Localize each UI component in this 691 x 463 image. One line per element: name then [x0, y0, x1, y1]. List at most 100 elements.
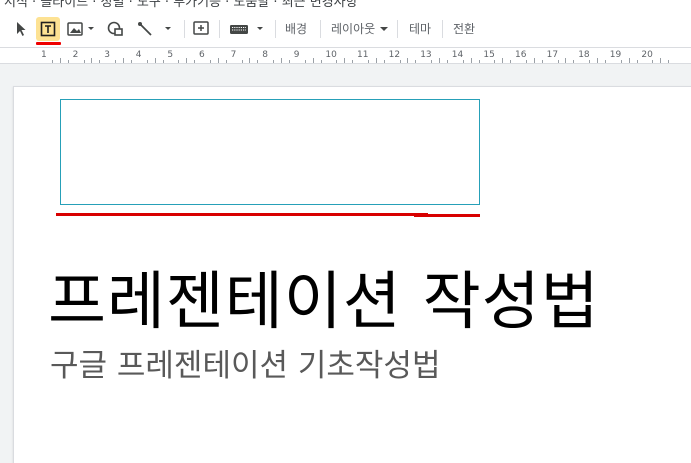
ruler-tick	[668, 60, 670, 63]
ruler-mark: 16	[515, 50, 527, 60]
ruler-mark: 1	[41, 50, 47, 60]
ruler-tick	[194, 60, 196, 63]
background-button[interactable]: 배경	[285, 16, 307, 42]
ruler-mark: 9	[293, 50, 300, 60]
ruler-tick	[304, 60, 306, 63]
ruler-tick	[597, 58, 598, 63]
toolbar: 배경 레이아웃 테마 전환	[0, 10, 691, 48]
ruler-tick	[620, 60, 622, 63]
ruler-tick	[652, 60, 654, 63]
ruler-mark: 3	[104, 50, 110, 60]
menu-bar-cropped: 서식 · 슬라이드 · 정렬 · 도구 · 부가기능 · 도움말 · 최근 변경…	[0, 0, 691, 10]
ruler-mark: 8	[262, 50, 268, 60]
ruler-tick	[573, 60, 575, 63]
ruler-tick	[407, 58, 409, 63]
ruler-tick	[249, 58, 251, 63]
ruler-mark: 7	[230, 50, 237, 60]
shape-icon	[107, 21, 123, 36]
textbox-tool-button[interactable]	[36, 16, 60, 42]
ruler-tick	[154, 58, 156, 63]
slide-title[interactable]: 프레젠테이션 작성법	[48, 251, 600, 342]
ruler-mark: 15	[483, 50, 495, 60]
ruler-tick	[162, 60, 164, 63]
slide-canvas: 프레젠테이션 작성법 구글 프레젠테이션 기초작성법	[0, 64, 691, 463]
ruler-tick	[660, 58, 662, 63]
transition-button[interactable]: 전환	[453, 16, 475, 42]
select-tool-button[interactable]	[10, 16, 32, 42]
ruler-mark: 14	[451, 50, 464, 60]
insert-line-button[interactable]	[134, 16, 176, 42]
toolbar-separator	[219, 20, 220, 38]
annotation-underline	[56, 213, 428, 216]
ruler-tick	[352, 60, 354, 63]
image-icon	[67, 22, 94, 36]
selected-textbox[interactable]	[60, 99, 480, 205]
line-icon	[138, 22, 171, 36]
ruler-mark: 2	[72, 50, 79, 60]
toolbar-separator	[320, 20, 321, 38]
insert-shape-button[interactable]	[104, 16, 128, 42]
ruler-mark: 12	[388, 50, 401, 60]
ruler-tick	[130, 60, 132, 63]
ruler-tick	[225, 60, 227, 63]
layout-button[interactable]: 레이아웃	[331, 16, 375, 42]
ruler-tick	[533, 58, 535, 63]
ruler-tick	[186, 58, 188, 63]
toolbar-separator	[442, 20, 443, 38]
chevron-down-icon	[380, 27, 388, 31]
ruler-tick	[336, 60, 338, 63]
ruler-tick	[510, 60, 512, 63]
input-tools-button[interactable]	[226, 16, 268, 42]
ruler-tick	[431, 60, 433, 63]
ruler-mark: 4	[135, 50, 142, 60]
horizontal-ruler[interactable]: 1 2 3 4 5 6 7 8 9 10 11 12 13 14 15 16 17 18 19 20	[0, 48, 691, 64]
ruler-tick	[257, 60, 259, 63]
ruler-tick	[320, 60, 322, 63]
ruler-tick	[383, 60, 385, 63]
ruler-tick	[146, 60, 148, 63]
theme-button[interactable]: 테마	[409, 16, 431, 42]
ruler-tick	[67, 60, 69, 63]
ruler-mark: 6	[199, 50, 205, 60]
ruler-tick	[628, 58, 630, 63]
ruler-tick	[446, 60, 448, 63]
ruler-tick	[367, 60, 369, 63]
ruler-tick	[494, 60, 496, 63]
ruler-tick	[478, 60, 480, 63]
annotation-underline-textbox	[36, 42, 61, 45]
slide-subtitle[interactable]: 구글 프레젠테이션 기초작성법	[50, 340, 440, 385]
ruler-mark: 20	[641, 50, 653, 60]
ruler-tick	[557, 60, 559, 63]
ruler-tick	[525, 60, 527, 63]
textbox-icon	[40, 21, 56, 37]
ruler-tick	[462, 60, 464, 63]
ruler-tick	[565, 58, 567, 63]
ruler-tick	[51, 60, 53, 63]
ruler-tick	[288, 60, 290, 63]
ruler-tick	[91, 58, 93, 63]
ruler-tick	[209, 60, 211, 63]
ruler-tick	[344, 58, 346, 63]
ruler-tick	[415, 60, 417, 63]
ruler-tick	[83, 60, 85, 63]
insert-image-button[interactable]	[64, 16, 98, 42]
layout-dropdown-arrow[interactable]	[378, 16, 390, 42]
ruler-mark: 13	[420, 50, 432, 60]
ruler-tick	[604, 60, 606, 63]
ruler-mark: 5	[167, 50, 174, 60]
ruler-tick	[470, 58, 472, 63]
add-comment-button[interactable]	[190, 16, 212, 42]
ruler-tick	[241, 60, 243, 63]
keyboard-icon	[230, 25, 263, 34]
ruler-tick	[59, 58, 61, 63]
toolbar-separator	[275, 20, 276, 38]
annotation-underline	[414, 214, 480, 217]
ruler-tick	[281, 58, 282, 63]
menu-bar-text: 서식 · 슬라이드 · 정렬 · 도구 · 부가기능 · 도움말 · 최근 변경…	[4, 0, 358, 10]
comment-icon	[193, 21, 209, 35]
ruler-tick	[123, 58, 124, 63]
ruler-tick	[217, 58, 219, 63]
slide[interactable]: 프레젠테이션 작성법 구글 프레젠테이션 기초작성법	[13, 86, 691, 463]
toolbar-separator	[184, 20, 185, 38]
ruler-mark: 11	[357, 50, 369, 60]
